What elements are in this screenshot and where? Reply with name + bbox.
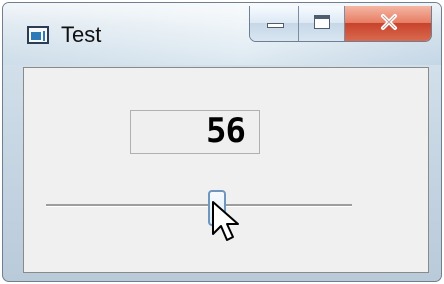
window: Test 56 [2, 2, 442, 282]
close-icon [380, 14, 397, 30]
caption-buttons [249, 6, 432, 42]
minimize-icon [267, 23, 284, 28]
value-display: 56 [130, 110, 260, 154]
minimize-button[interactable] [250, 6, 300, 41]
client-area: 56 [23, 67, 429, 273]
pointer-cursor-icon [212, 201, 240, 241]
value-slider[interactable] [46, 190, 352, 241]
slider-track[interactable] [46, 204, 352, 207]
title-bar[interactable]: Test [3, 3, 441, 65]
window-title: Test [61, 22, 102, 47]
close-button[interactable] [344, 6, 431, 41]
maximize-button[interactable] [299, 6, 345, 41]
maximize-icon [314, 15, 331, 29]
application-icon [27, 26, 49, 44]
value-text: 56 [206, 111, 246, 151]
